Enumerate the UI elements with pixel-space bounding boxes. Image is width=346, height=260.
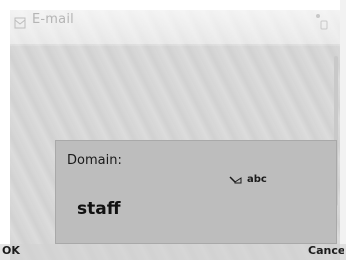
app-title: E-mail <box>32 12 74 27</box>
domain-input[interactable]: staff <box>77 199 121 219</box>
phone-screen: E-mail Domain: abc staff OK Cancel <box>0 0 346 260</box>
softkey-bar <box>0 244 346 260</box>
left-edge <box>0 0 10 260</box>
ok-softkey[interactable]: OK <box>2 244 20 257</box>
input-mode-label: abc <box>247 174 267 185</box>
dialog-label: Domain: <box>67 153 122 168</box>
right-edge <box>340 0 346 260</box>
input-mode-indicator: abc <box>229 174 267 185</box>
domain-dialog: Domain: abc staff <box>55 140 337 244</box>
pencil-icon <box>229 175 242 183</box>
signal-icon <box>316 14 328 30</box>
mail-app-icon <box>14 17 26 29</box>
top-edge <box>0 0 346 10</box>
cancel-softkey[interactable]: Cancel <box>308 244 344 257</box>
